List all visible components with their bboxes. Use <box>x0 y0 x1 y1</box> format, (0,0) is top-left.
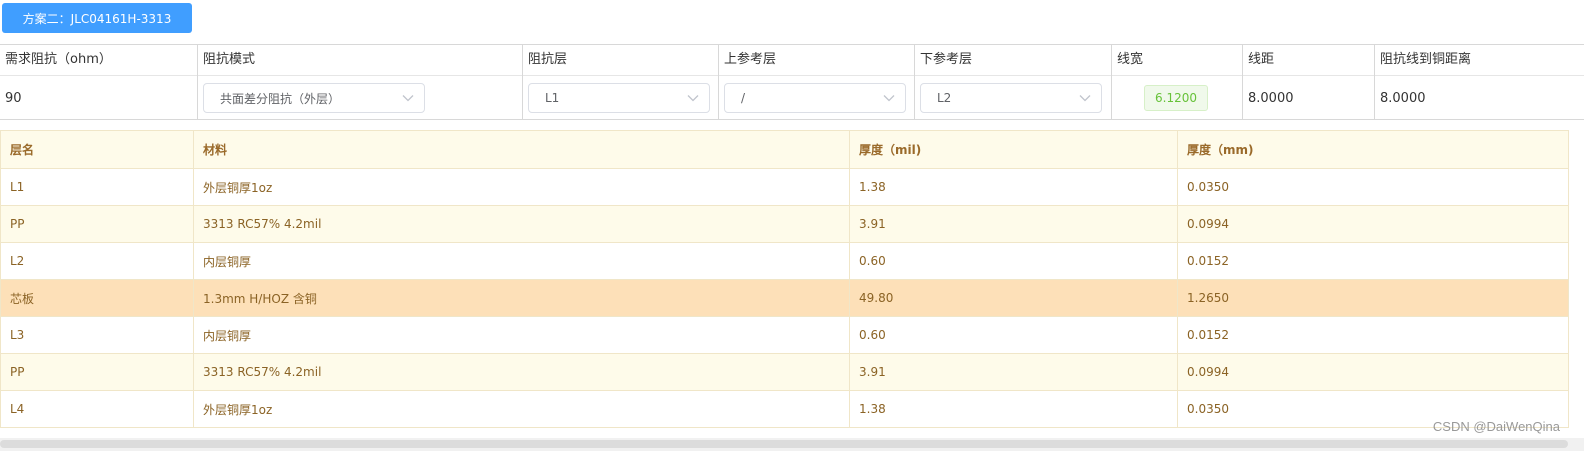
impedance-mode-select[interactable]: 共面差分阻抗（外层） <box>203 83 425 113</box>
col-line-spacing: 线距 8.0000 <box>1242 45 1374 120</box>
impedance-panel: 需求阻抗（ohm） 90 阻抗模式 共面差分阻抗（外层） 阻抗层 L1 上参考层… <box>0 44 1584 120</box>
header-top-reference: 上参考层 <box>719 45 914 76</box>
col-copper-distance: 阻抗线到铜距离 8.0000 <box>1374 45 1584 120</box>
cell-layer-name: 芯板 <box>0 279 194 317</box>
header-impedance-layer: 阻抗层 <box>523 45 718 76</box>
cell-material: 外层铜厚1oz <box>193 390 850 428</box>
cell-material: 内层铜厚 <box>193 242 850 280</box>
copper-distance-value: 8.0000 <box>1380 90 1426 106</box>
table-row: PP 3313 RC57% 4.2mil 3.91 0.0994 <box>0 205 1569 243</box>
chevron-down-icon <box>1079 92 1091 104</box>
cell-material: 内层铜厚 <box>193 316 850 354</box>
cell-layer-name: L3 <box>0 316 194 354</box>
cell-thickness-mm: 0.0350 <box>1177 168 1569 206</box>
chevron-down-icon <box>883 92 895 104</box>
bottom-reference-value: L2 <box>937 91 952 105</box>
cell-thickness-mil: 0.60 <box>849 316 1178 354</box>
cell-thickness-mm: 0.0152 <box>1177 242 1569 280</box>
plan-button[interactable]: 方案二：JLC04161H-3313 <box>2 3 192 33</box>
scrollbar-thumb[interactable] <box>0 440 1568 448</box>
header-material: 材料 <box>193 130 850 169</box>
bottom-reference-select[interactable]: L2 <box>920 83 1102 113</box>
cell-material: 1.3mm H/HOZ 含铜 <box>193 279 850 317</box>
top-reference-value: / <box>741 91 746 105</box>
impedance-layer-select[interactable]: L1 <box>528 83 710 113</box>
cell-thickness-mil: 1.38 <box>849 390 1178 428</box>
cell-layer-name: PP <box>0 353 194 391</box>
cell-thickness-mm: 1.2650 <box>1177 279 1569 317</box>
cell-layer-name: PP <box>0 205 194 243</box>
col-line-width: 线宽 6.1200 <box>1111 45 1242 120</box>
header-line-width: 线宽 <box>1112 45 1242 76</box>
header-thickness-mm: 厚度（mm) <box>1177 130 1569 169</box>
chevron-down-icon <box>402 92 414 104</box>
watermark: CSDN @DaiWenQina <box>1432 419 1560 434</box>
col-required-impedance: 需求阻抗（ohm） 90 <box>0 45 197 120</box>
cell-material: 外层铜厚1oz <box>193 168 850 206</box>
table-row: L2 内层铜厚 0.60 0.0152 <box>0 242 1569 280</box>
cell-thickness-mil: 0.60 <box>849 242 1178 280</box>
cell-thickness-mm: 0.0994 <box>1177 205 1569 243</box>
cell-layer-name: L1 <box>0 168 194 206</box>
table-row: L4 外层铜厚1oz 1.38 0.0350 <box>0 390 1569 428</box>
cell-thickness-mil: 3.91 <box>849 353 1178 391</box>
cell-layer-name: L4 <box>0 390 194 428</box>
header-copper-distance: 阻抗线到铜距离 <box>1375 45 1584 76</box>
required-impedance-value: 90 <box>5 90 22 106</box>
impedance-mode-value: 共面差分阻抗（外层） <box>220 91 341 106</box>
col-bottom-reference: 下参考层 L2 <box>914 45 1111 120</box>
header-thickness-mil: 厚度（mil) <box>849 130 1178 169</box>
cell-thickness-mil: 3.91 <box>849 205 1178 243</box>
table-row: L1 外层铜厚1oz 1.38 0.0350 <box>0 168 1569 206</box>
header-layer-name: 层名 <box>0 130 194 169</box>
impedance-layer-value: L1 <box>545 91 560 105</box>
cell-layer-name: L2 <box>0 242 194 280</box>
col-top-reference: 上参考层 / <box>718 45 914 120</box>
chevron-down-icon <box>687 92 699 104</box>
stackup-table: 层名 材料 厚度（mil) 厚度（mm) L1 外层铜厚1oz 1.38 0.0… <box>0 130 1569 428</box>
header-bottom-reference: 下参考层 <box>915 45 1111 76</box>
top-reference-select[interactable]: / <box>724 83 906 113</box>
cell-material: 3313 RC57% 4.2mil <box>193 353 850 391</box>
cell-thickness-mil: 49.80 <box>849 279 1178 317</box>
table-row-core: 芯板 1.3mm H/HOZ 含铜 49.80 1.2650 <box>0 279 1569 317</box>
header-line-spacing: 线距 <box>1243 45 1374 76</box>
cell-thickness-mm: 0.0994 <box>1177 353 1569 391</box>
line-width-tag: 6.1200 <box>1144 85 1208 111</box>
header-impedance-mode: 阻抗模式 <box>198 45 522 76</box>
cell-thickness-mm: 0.0152 <box>1177 316 1569 354</box>
col-impedance-layer: 阻抗层 L1 <box>522 45 718 120</box>
line-spacing-value: 8.0000 <box>1248 90 1294 106</box>
table-row: L3 内层铜厚 0.60 0.0152 <box>0 316 1569 354</box>
header-required-impedance: 需求阻抗（ohm） <box>0 45 197 76</box>
table-row: PP 3313 RC57% 4.2mil 3.91 0.0994 <box>0 353 1569 391</box>
cell-material: 3313 RC57% 4.2mil <box>193 205 850 243</box>
col-impedance-mode: 阻抗模式 共面差分阻抗（外层） <box>197 45 522 120</box>
cell-thickness-mil: 1.38 <box>849 168 1178 206</box>
stackup-header-row: 层名 材料 厚度（mil) 厚度（mm) <box>0 130 1569 169</box>
